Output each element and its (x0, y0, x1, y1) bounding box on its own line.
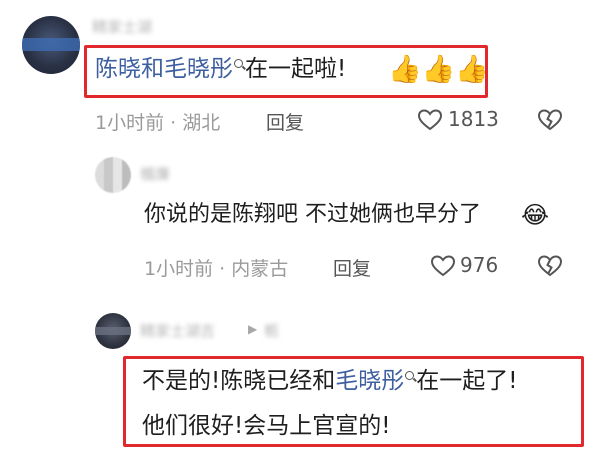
comment-body: 在一起了! (416, 368, 518, 394)
reply-to-username[interactable]: 栀 (264, 320, 279, 341)
comment-time-location: 1小时前 · 内蒙古 (144, 258, 289, 280)
comment-username[interactable]: 精家士湖吉 (140, 320, 215, 341)
heart-outline-icon[interactable] (417, 108, 443, 132)
comment-text: 你说的是陈翔吧 不过她俩也早分了 (144, 202, 481, 227)
search-icon (234, 59, 245, 70)
avatar[interactable] (95, 157, 131, 193)
like-count: 1813 (448, 107, 499, 131)
avatar[interactable] (95, 313, 131, 349)
laughing-tears-icon: 😂 (521, 201, 550, 229)
like-count: 976 (460, 253, 499, 277)
comment-body: 在一起啦! (245, 56, 347, 82)
comment-text: 他们很好!会马上官宣的! (142, 413, 391, 439)
reply-button[interactable]: 回复 (333, 254, 371, 281)
broken-heart-icon[interactable] (537, 254, 563, 278)
avatar[interactable] (22, 16, 80, 74)
reply-button[interactable]: 回复 (266, 108, 304, 135)
comment-text: 陈晓和毛晓彤 在一起啦! (95, 58, 346, 81)
comment-time-location: 1小时前 · 湖北 (95, 112, 221, 134)
heart-outline-icon[interactable] (430, 254, 456, 278)
comment-username[interactable]: 楣廉 (140, 163, 170, 184)
broken-heart-icon[interactable] (537, 108, 563, 132)
comment-text: 不是的!陈晓已经和毛晓彤 在一起了! (142, 370, 517, 393)
search-icon (405, 371, 416, 382)
mention-link[interactable]: 毛晓彤 (335, 368, 404, 394)
comment-username[interactable]: 精家士湖 (92, 16, 152, 37)
play-arrow-icon: ▶ (248, 322, 258, 336)
thumbs-up-icon: 👍👍👍 (388, 54, 489, 85)
comment-body: 不是的!陈晓已经和 (142, 368, 336, 394)
mention-link[interactable]: 陈晓和毛晓彤 (95, 56, 233, 82)
